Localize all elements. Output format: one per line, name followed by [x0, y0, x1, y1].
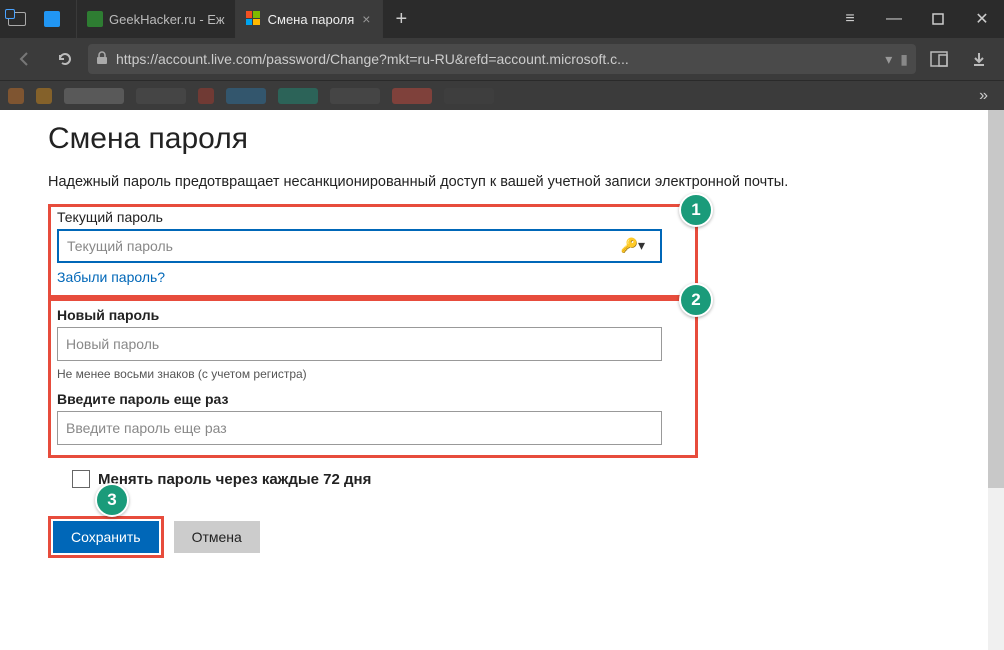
back-button[interactable]	[8, 42, 42, 76]
url-text: https://account.live.com/password/Change…	[116, 51, 877, 67]
forgot-password-link[interactable]: Забыли пароль?	[57, 269, 165, 285]
favicon-icon	[87, 11, 103, 27]
bookmark-item[interactable]	[64, 88, 124, 104]
cancel-button[interactable]: Отмена	[174, 521, 260, 553]
tab-2[interactable]: GeekHacker.ru - Еж	[77, 0, 236, 38]
window-icon	[8, 12, 26, 26]
annotation-badge-1: 1	[679, 193, 713, 227]
rotate-password-label: Менять пароль через каждые 72 дня	[98, 471, 371, 488]
bookmark-item[interactable]	[330, 88, 380, 104]
tab-title: Смена пароля	[268, 12, 355, 27]
downloads-button[interactable]	[962, 42, 996, 76]
new-password-input[interactable]	[57, 327, 662, 361]
tab-1[interactable]	[34, 0, 77, 38]
page-description: Надежный пароль предотвращает несанкцион…	[48, 174, 956, 190]
page-content: Смена пароля Надежный пароль предотвраща…	[0, 110, 1004, 650]
bookmarks-overflow-icon[interactable]: »	[971, 87, 996, 105]
bookmarks-bar: »	[0, 80, 1004, 110]
bookmark-item[interactable]	[392, 88, 432, 104]
annotation-box-2: Новый пароль Не менее восьми знаков (с у…	[48, 298, 698, 458]
bookmark-star-icon[interactable]: ▮	[900, 51, 908, 68]
password-hint: Не менее восьми знаков (с учетом регистр…	[57, 367, 689, 381]
bookmark-item[interactable]	[226, 88, 266, 104]
bookmark-item[interactable]	[36, 88, 52, 104]
reload-button[interactable]	[48, 42, 82, 76]
annotation-badge-2: 2	[679, 283, 713, 317]
address-bar: https://account.live.com/password/Change…	[0, 38, 1004, 80]
close-tab-icon[interactable]: ×	[360, 11, 372, 27]
page-title: Смена пароля	[48, 122, 956, 156]
new-password-label: Новый пароль	[57, 307, 689, 323]
confirm-password-input[interactable]	[57, 411, 662, 445]
confirm-password-label: Введите пароль еще раз	[57, 391, 689, 407]
current-password-label: Текущий пароль	[57, 209, 689, 225]
app-menu-button[interactable]: ≡	[828, 0, 872, 38]
current-password-input[interactable]	[57, 229, 662, 263]
scrollbar-thumb[interactable]	[988, 110, 1004, 488]
tab-3-active[interactable]: Смена пароля ×	[236, 0, 384, 38]
new-tab-button[interactable]: +	[383, 0, 419, 38]
annotation-box-1: Текущий пароль 🔑▾ Забыли пароль? 1	[48, 204, 698, 298]
url-box[interactable]: https://account.live.com/password/Change…	[88, 44, 916, 74]
minimize-button[interactable]: —	[872, 0, 916, 38]
bookmark-item[interactable]	[8, 88, 24, 104]
annotation-badge-3: 3	[95, 483, 129, 517]
favicon-microsoft-icon	[246, 11, 262, 27]
bookmark-item[interactable]	[136, 88, 186, 104]
maximize-button[interactable]	[916, 0, 960, 38]
bookmark-item[interactable]	[444, 88, 494, 104]
vertical-scrollbar[interactable]	[988, 110, 1004, 650]
browser-titlebar: GeekHacker.ru - Еж Смена пароля × + ≡ — …	[0, 0, 1004, 38]
save-button[interactable]: Сохранить	[53, 521, 159, 553]
rotate-password-row: Менять пароль через каждые 72 дня	[72, 470, 956, 488]
close-window-button[interactable]: ✕	[960, 0, 1004, 38]
favicon-icon	[44, 11, 60, 27]
tab-title: GeekHacker.ru - Еж	[109, 12, 225, 27]
annotation-box-3: Сохранить 3	[48, 516, 164, 558]
dropdown-icon[interactable]: ▾	[885, 51, 892, 68]
tab-strip: GeekHacker.ru - Еж Смена пароля × +	[34, 0, 828, 38]
lock-icon	[96, 51, 108, 68]
bookmark-item[interactable]	[198, 88, 214, 104]
sidebar-button[interactable]	[922, 42, 956, 76]
rotate-password-checkbox[interactable]	[72, 470, 90, 488]
bookmark-item[interactable]	[278, 88, 318, 104]
